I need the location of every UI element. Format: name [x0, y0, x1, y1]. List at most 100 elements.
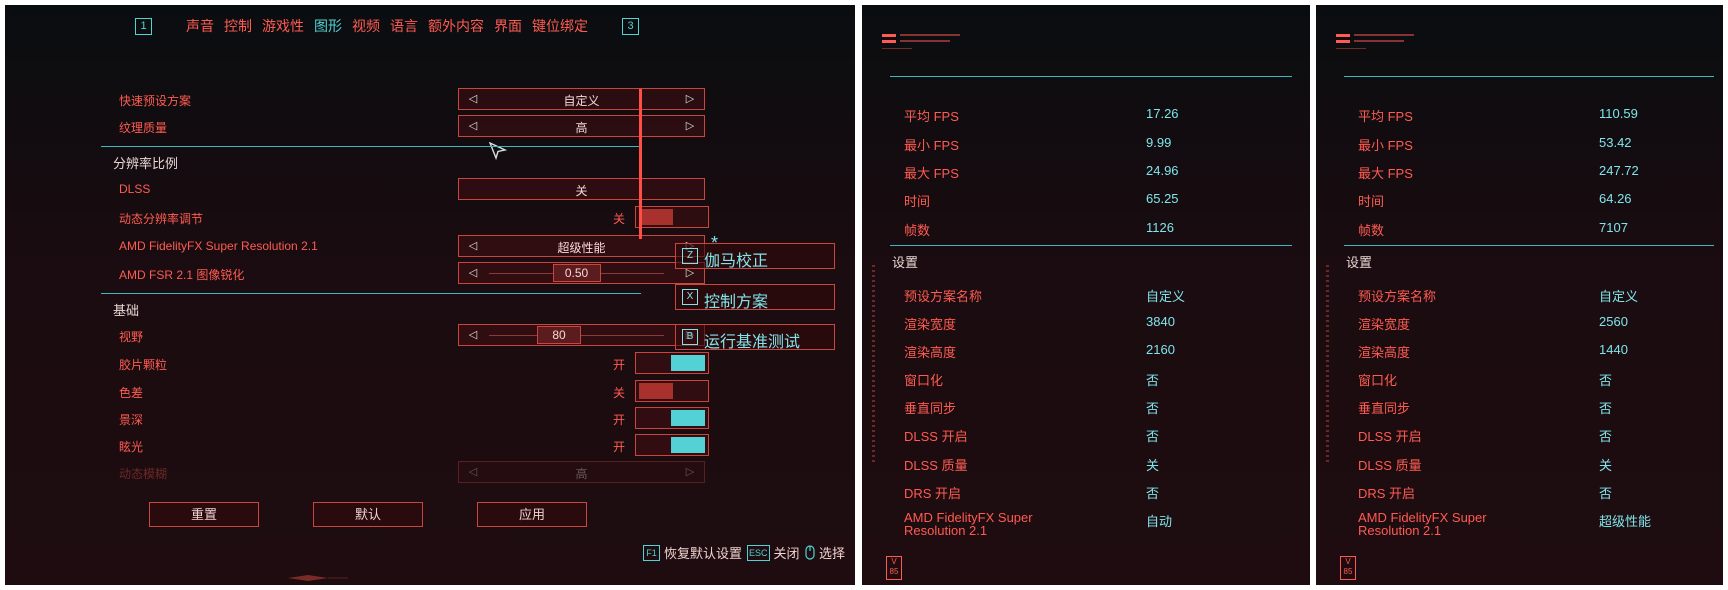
- prev-tab-key-hint[interactable]: 1: [135, 17, 152, 35]
- setting-row-motion-blur: 动态模糊 ◁ 高 ▷: [113, 461, 705, 483]
- badge-top: V: [1345, 557, 1351, 566]
- setting-value: 自定义: [1599, 289, 1639, 304]
- setting-label: AMD FidelityFX Super Resolution 2.1: [119, 239, 318, 253]
- film-grain-toggle[interactable]: [635, 352, 709, 374]
- dlss-selector[interactable]: 关: [458, 178, 705, 200]
- depth-of-field-toggle[interactable]: [635, 407, 709, 429]
- setting-label: DRS 开启: [904, 486, 962, 501]
- fsr-sharpening-slider[interactable]: ◁ 0.50 ▷: [458, 262, 705, 284]
- arrow-right-icon[interactable]: ▷: [680, 462, 700, 482]
- key-hint-esc: ESC: [747, 544, 770, 561]
- default-button[interactable]: 默认: [313, 502, 423, 527]
- setting-label: 垂直同步: [904, 401, 957, 416]
- tab-video[interactable]: 视频: [352, 16, 380, 36]
- quick-preset-selector[interactable]: ◁ 自定义 ▷: [458, 88, 705, 110]
- setting-value: 否: [1146, 486, 1160, 501]
- key-hint-f1: F1: [643, 544, 660, 561]
- tab-key-bindings[interactable]: 键位绑定: [532, 16, 588, 36]
- setting-label: DRS 开启: [1358, 486, 1416, 501]
- selector-value: 自定义: [563, 94, 600, 108]
- tab-extra-content[interactable]: 额外内容: [428, 16, 484, 36]
- stat-label: 时间: [904, 194, 931, 209]
- header-divider: [1344, 76, 1714, 77]
- run-benchmark-button[interactable]: B 运行基准测试: [675, 324, 835, 351]
- next-tab-key-hint[interactable]: 3: [622, 17, 639, 35]
- toggle-state-text: 关: [613, 386, 626, 400]
- setting-label: 渲染高度: [904, 345, 957, 360]
- settings-title: 设置: [892, 255, 919, 270]
- arrow-left-icon[interactable]: ◁: [463, 263, 483, 283]
- tab-gameplay[interactable]: 游戏性: [262, 16, 304, 36]
- setting-value: 否: [1146, 373, 1160, 388]
- header-divider: [890, 76, 1292, 77]
- stat-label: 帧数: [904, 223, 931, 238]
- section-title: 基础: [113, 303, 140, 318]
- selector-value: 超级性能: [557, 241, 606, 255]
- select-hint[interactable]: 选择: [805, 543, 845, 562]
- tab-sound[interactable]: 声音: [186, 16, 214, 36]
- setting-label: 动态分辨率调节: [119, 212, 204, 226]
- badge-top: V: [891, 557, 897, 566]
- restore-defaults-hint[interactable]: F1 恢复默认设置: [643, 543, 742, 562]
- dynamic-resolution-toggle[interactable]: [635, 206, 709, 228]
- stats-divider: [1344, 245, 1714, 246]
- button-label: 运行基准测试: [704, 334, 801, 351]
- toggle-fill: [671, 355, 705, 371]
- setting-label: AMD FidelityFX Super Resolution 2.1: [904, 510, 1033, 538]
- apply-button[interactable]: 应用: [477, 502, 587, 527]
- button-label: 伽马校正: [704, 253, 769, 270]
- setting-value: 2160: [1146, 342, 1175, 357]
- slider-handle[interactable]: 80: [537, 326, 581, 344]
- setting-label: 垂直同步: [1358, 401, 1411, 416]
- arrow-right-icon[interactable]: ▷: [680, 116, 700, 136]
- setting-row-film-grain: 胶片颗粒 开: [113, 352, 709, 374]
- setting-value: 1440: [1599, 342, 1628, 357]
- section-title: 分辨率比例: [113, 156, 179, 171]
- setting-row-dynamic-resolution: 动态分辨率调节 关: [113, 206, 709, 228]
- control-scheme-button[interactable]: X 控制方案: [675, 284, 835, 311]
- selector-value: 高: [575, 467, 588, 481]
- mouse-icon: [805, 545, 815, 560]
- fsr-selector[interactable]: ◁ 超级性能 ▷: [458, 235, 705, 257]
- arrow-right-icon[interactable]: ▷: [680, 89, 700, 109]
- setting-label: DLSS 质量: [1358, 458, 1422, 473]
- section-resolution-scaling: 分辨率比例: [101, 146, 641, 171]
- setting-value: 自动: [1146, 514, 1173, 529]
- stat-label: 最大 FPS: [1358, 166, 1413, 181]
- motion-blur-selector[interactable]: ◁ 高 ▷: [458, 461, 705, 483]
- stat-value: 24.96: [1146, 163, 1179, 178]
- setting-label: 视野: [119, 330, 144, 344]
- tab-interface[interactable]: 界面: [494, 16, 522, 36]
- selector-value: 高: [575, 121, 588, 135]
- arrow-left-icon[interactable]: ◁: [463, 325, 483, 345]
- stat-value: 7107: [1599, 220, 1628, 235]
- version-badge: V 85: [1340, 556, 1356, 580]
- reset-button[interactable]: 重置: [149, 502, 259, 527]
- setting-label: AMD FidelityFX Super Resolution 2.1: [1358, 510, 1487, 538]
- close-hint[interactable]: ESC 关闭: [747, 543, 800, 562]
- setting-value: 否: [1599, 486, 1613, 501]
- setting-row-texture-quality: 纹理质量 ◁ 高 ▷: [113, 115, 705, 137]
- setting-row-depth-of-field: 景深 开: [113, 407, 709, 429]
- stat-label: 平均 FPS: [1358, 109, 1413, 124]
- toggle-state-text: 开: [613, 440, 626, 454]
- texture-quality-selector[interactable]: ◁ 高 ▷: [458, 115, 705, 137]
- benchmark-logo-icon: [882, 34, 960, 49]
- slider-handle[interactable]: 0.50: [552, 264, 601, 282]
- tab-controls[interactable]: 控制: [224, 16, 252, 36]
- setting-value: 自定义: [1146, 289, 1186, 304]
- settings-title: 设置: [1346, 255, 1373, 270]
- tab-language[interactable]: 语言: [390, 16, 418, 36]
- setting-label: 渲染高度: [1358, 345, 1411, 360]
- fov-slider[interactable]: ◁ 80 ▷: [458, 324, 705, 346]
- setting-value: 3840: [1146, 314, 1175, 329]
- toggle-fill: [671, 437, 705, 453]
- chromatic-aberration-toggle[interactable]: [635, 380, 709, 402]
- setting-label: 渲染宽度: [1358, 317, 1411, 332]
- setting-label: DLSS 质量: [904, 458, 968, 473]
- gamma-correction-button[interactable]: Z 伽马校正: [675, 243, 835, 270]
- tab-graphics[interactable]: 图形: [314, 16, 342, 36]
- lens-flare-toggle[interactable]: [635, 434, 709, 456]
- settings-scrollbar[interactable]: [639, 89, 642, 239]
- setting-label: 纹理质量: [119, 121, 168, 135]
